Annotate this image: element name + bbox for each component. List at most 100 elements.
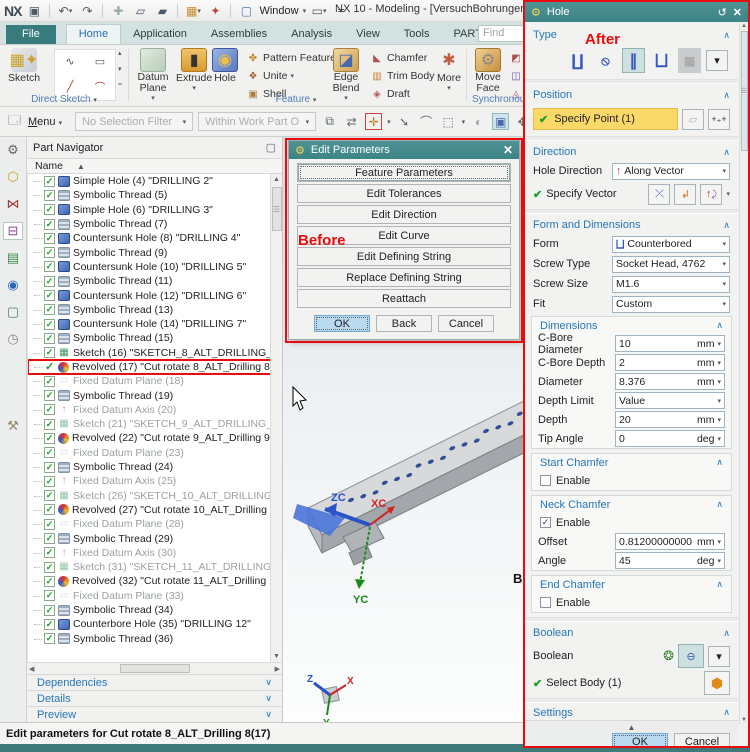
general-hole-icon[interactable]: ∐ (566, 48, 589, 73)
rectangle-select-icon[interactable]: ⬚ (440, 113, 457, 130)
tree-row[interactable]: ✓ Sketch (16) "SKETCH_8_ALT_DRILLING_8" (28, 346, 282, 360)
dropdown-caret-icon[interactable]: ▾ (717, 340, 721, 348)
angle-input[interactable]: 45 deg ▾ (615, 552, 725, 569)
depth-input[interactable]: 20 mm ▾ (615, 411, 725, 428)
fit-dropdown[interactable]: Custom ▾ (612, 295, 730, 313)
checkbox-icon[interactable]: ✓ (44, 204, 55, 216)
tree-row[interactable]: ✓ Fixed Datum Plane (28) (28, 517, 282, 531)
sphere-select-icon[interactable]: ◐ (470, 113, 487, 130)
sort-ascending-icon[interactable]: ▲ (77, 162, 85, 171)
boolean-section-header[interactable]: Boolean ∧ (525, 624, 738, 642)
type-more-button[interactable]: ▾ (706, 50, 728, 71)
tree-horizontal-scrollbar[interactable]: ◀ ▶ (27, 662, 282, 674)
panel-scrollbar[interactable]: ▲ ☰ ▼ (739, 22, 748, 725)
reuse-library-icon[interactable]: ▤ (3, 249, 23, 267)
dropdown-caret-icon[interactable]: ▾ (717, 557, 721, 565)
edit-defining-string-button[interactable]: Edit Defining String (297, 247, 511, 266)
scroll-down-icon[interactable]: ▼ (741, 717, 747, 723)
tab-file[interactable]: File (6, 25, 56, 44)
tab-analysis[interactable]: Analysis (279, 25, 344, 44)
tree-row[interactable]: ✓ Fixed Datum Axis (20) (28, 403, 282, 417)
dropdown-caret-icon[interactable]: ▾ (722, 260, 726, 268)
tree-row[interactable]: ✓ Countersunk Hole (12) "DRILLING 6" (28, 288, 282, 302)
window-caret-icon[interactable]: ▾ (303, 7, 307, 15)
direction-section-header[interactable]: Direction ∧ (525, 143, 738, 161)
checkbox-icon[interactable]: ✓ (44, 247, 55, 259)
details-section[interactable]: Details ∨ (27, 690, 282, 706)
checkbox-icon[interactable]: ✓ (44, 633, 55, 645)
tree-row[interactable]: ✓ Revolved (17) "Cut rotate 8_ALT_Drillin… (28, 358, 282, 376)
checkbox-icon[interactable]: ✓ (44, 347, 55, 359)
sketch-section-button[interactable]: ▱ (682, 108, 704, 130)
snap-point-icon[interactable]: ✛ (365, 113, 383, 130)
tree-row[interactable]: ✓ Revolved (27) "Cut rotate 10_ALT_Drilli… (28, 503, 282, 517)
tab-application[interactable]: Application (121, 25, 199, 44)
tree-row[interactable]: ✓ Symbolic Thread (11) (28, 274, 282, 288)
window-menu[interactable]: Window (259, 5, 298, 17)
subtract-option-icon[interactable]: ⊖ (678, 644, 704, 668)
dialog-title-bar[interactable]: ⚙ Edit Parameters ✕ (289, 141, 519, 159)
dropdown-caret-icon[interactable]: ▾ (717, 416, 721, 424)
tree-row[interactable]: ✓ Simple Hole (4) "DRILLING 2" (28, 174, 282, 188)
checkbox-icon[interactable]: ✓ (44, 432, 55, 444)
group-label[interactable]: Direct Sketch ▾ (0, 94, 128, 105)
scroll-up-icon[interactable]: ▲ (273, 176, 280, 183)
checkbox-icon[interactable]: ✓ (44, 447, 55, 459)
close-icon[interactable]: ✕ (733, 6, 742, 19)
tree-row[interactable]: ✓ Symbolic Thread (29) (28, 531, 282, 545)
tree-column-header[interactable]: Name ▲ (27, 158, 282, 174)
form-dimensions-section-header[interactable]: Form and Dimensions ∧ (525, 216, 738, 234)
scroll-thumb[interactable]: ☰ (271, 187, 282, 231)
screw-type-dropdown[interactable]: Socket Head, 4762 ▾ (612, 255, 730, 273)
tree-row[interactable]: ✓ Sketch (21) "SKETCH_9_ALT_DRILLING_9" (28, 417, 282, 431)
dropdown-caret-icon[interactable]: ▾ (717, 359, 721, 367)
checkbox-icon[interactable]: ✓ (44, 604, 55, 616)
checkbox-icon[interactable]: ✓ (44, 275, 55, 287)
checkbox-icon[interactable]: ✓ (44, 232, 55, 244)
dropdown-caret-icon[interactable]: ▾ (722, 280, 726, 288)
depth-limit-input[interactable]: Value ▾ (615, 392, 725, 409)
tree-row[interactable]: ✓ Symbolic Thread (19) (28, 388, 282, 402)
checkbox-icon[interactable]: ✓ (44, 175, 55, 187)
vector-caret-icon[interactable]: ▾ (726, 190, 730, 198)
window-icon[interactable]: ▢ (237, 3, 255, 19)
cancel-button[interactable]: Cancel (438, 315, 494, 332)
checkbox-icon[interactable]: ✓ (44, 290, 55, 302)
tree-row[interactable]: ✓ Fixed Datum Plane (23) (28, 446, 282, 460)
history-icon[interactable]: ▢ (3, 303, 23, 321)
checkbox-icon[interactable]: ✓ (44, 218, 55, 230)
dropdown-caret-icon[interactable]: ▾ (717, 435, 721, 443)
collapse-dialog-icon[interactable]: ▲ (533, 723, 730, 733)
feature-parameters-button[interactable]: Feature Parameters (297, 163, 511, 182)
c-bore-diameter-input[interactable]: 10 mm ▾ (615, 335, 725, 352)
tree-row[interactable]: ✓ Revolved (32) "Cut rotate 11_ALT_Drilli… (28, 574, 282, 588)
part-box-icon[interactable]: ▦ ▾ (184, 3, 202, 19)
checkbox-icon[interactable]: ✓ (44, 518, 55, 530)
tree-row[interactable]: ✓ Countersunk Hole (10) "DRILLING 5" (28, 260, 282, 274)
back-button[interactable]: Back (376, 315, 432, 332)
tree-vertical-scrollbar[interactable]: ▲ ☰ ▼ (270, 174, 282, 662)
dependencies-section[interactable]: Dependencies ∨ (27, 674, 282, 690)
tree-row[interactable]: ✓ Fixed Datum Plane (18) (28, 374, 282, 388)
shaded-view-icon[interactable]: ▣ (492, 113, 510, 130)
c-bore-depth-input[interactable]: 2 mm ▾ (615, 354, 725, 371)
checkbox-icon[interactable]: ✓ (44, 590, 55, 602)
boolean-more-button[interactable]: ▾ (708, 645, 730, 667)
checkbox-icon[interactable]: ✓ (44, 561, 55, 573)
vector-dialog-icon[interactable]: ↲ (674, 183, 697, 205)
tree-row[interactable]: ✓ Counterbore Hole (35) "DRILLING 12" (28, 617, 282, 631)
touch-icon[interactable]: ✦ (206, 3, 224, 19)
snap-caret-icon[interactable]: ▾ (387, 118, 391, 126)
dropdown-caret-icon[interactable]: ▾ (717, 538, 721, 546)
checkbox-icon[interactable]: ✓ (44, 404, 55, 416)
specify-point-field[interactable]: ✔ Specify Point (1) (533, 108, 678, 130)
tree-row[interactable]: ✓ Countersunk Hole (14) "DRILLING 7" (28, 317, 282, 331)
reset-icon[interactable]: ↺ (718, 6, 727, 19)
tree-row[interactable]: ✓ Symbolic Thread (13) (28, 303, 282, 317)
constraint-navigator-icon[interactable]: ⋈ (3, 195, 23, 213)
tree-row[interactable]: ✓ Fixed Datum Axis (25) (28, 474, 282, 488)
cancel-button[interactable]: Cancel (674, 733, 730, 746)
form-dropdown[interactable]: ⨆ Counterbored ▾ (612, 235, 730, 253)
check-icon[interactable]: ✓ (44, 361, 55, 373)
dropdown-caret-icon[interactable]: ▾ (722, 240, 726, 248)
